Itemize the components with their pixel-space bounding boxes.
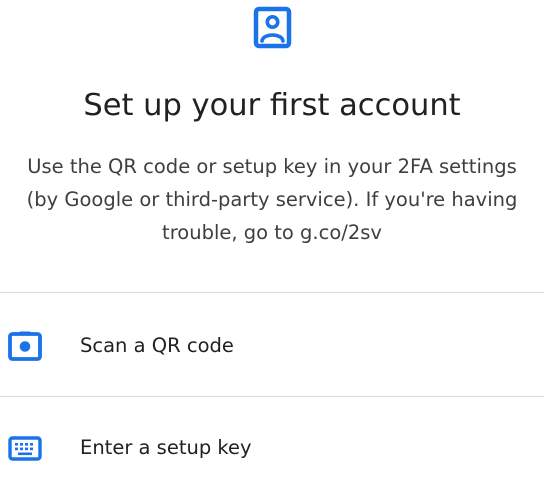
- instructions-line-2: (by Google or third-party service). If y…: [26, 188, 518, 211]
- enter-setup-key-label: Enter a setup key: [80, 436, 252, 459]
- divider: [0, 396, 544, 397]
- setup-first-account-screen: Set up your first account Use the QR cod…: [0, 0, 544, 495]
- enter-setup-key-option[interactable]: Enter a setup key: [0, 415, 544, 485]
- instructions-text: Use the QR code or setup key in your 2FA…: [0, 150, 544, 249]
- camera-icon: [8, 331, 42, 361]
- scan-qr-code-option[interactable]: Scan a QR code: [0, 313, 544, 383]
- divider: [0, 292, 544, 293]
- account-box-icon: [253, 6, 292, 49]
- page-title: Set up your first account: [83, 88, 461, 123]
- scan-qr-code-label: Scan a QR code: [80, 334, 234, 357]
- instructions-line-1: Use the QR code or setup key in your 2FA…: [27, 155, 517, 178]
- keyboard-icon: [8, 436, 42, 461]
- instructions-line-3: trouble, go to g.co/2sv: [162, 221, 382, 244]
